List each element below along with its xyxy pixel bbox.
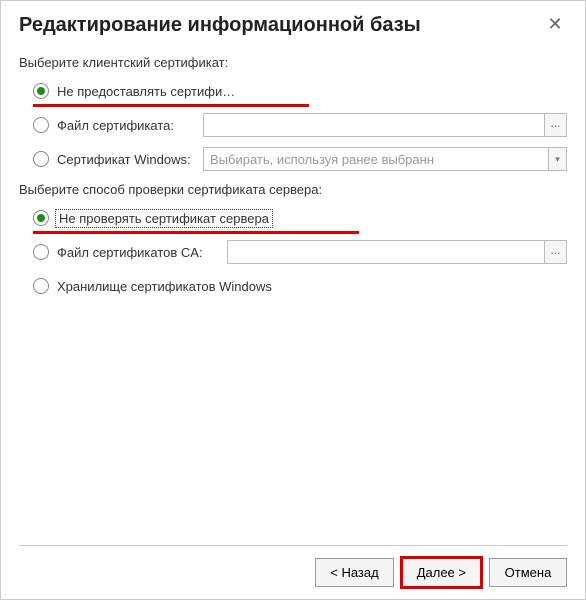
dialog-title: Редактирование информационной базы (19, 14, 421, 37)
radio-row-ca-file[interactable]: Файл сертификатов CA: ... (19, 239, 567, 265)
dropdown-value: Выбирать, используя ранее выбранн (210, 152, 434, 167)
radio-label: Не предоставлять сертифи… (57, 84, 235, 99)
radio-label: Файл сертификата: (57, 118, 197, 133)
cancel-button[interactable]: Отмена (489, 558, 567, 587)
radio-row-no-server-check[interactable]: Не проверять сертификат сервера (19, 205, 567, 231)
ca-file-input[interactable] (227, 240, 545, 264)
radio-label-focused: Не проверять сертификат сервера (57, 211, 271, 226)
browse-button[interactable]: ... (545, 113, 567, 137)
footer-separator (19, 545, 567, 546)
server-cert-section-label: Выберите способ проверки сертификата сер… (19, 182, 567, 197)
dialog-edit-infobase: Редактирование информационной базы ✕ Выб… (0, 0, 586, 600)
radio-icon[interactable] (33, 151, 49, 167)
radio-icon[interactable] (33, 244, 49, 260)
dialog-header: Редактирование информационной базы ✕ (19, 13, 567, 37)
dialog-footer: < Назад Далее > Отмена (19, 558, 567, 587)
client-cert-section-label: Выберите клиентский сертификат: (19, 55, 567, 70)
close-icon[interactable]: ✕ (543, 13, 567, 37)
next-button[interactable]: Далее > (402, 558, 481, 587)
cert-file-input[interactable] (203, 113, 545, 137)
dialog-content: Выберите клиентский сертификат: Не предо… (19, 51, 567, 541)
radio-row-no-client-cert[interactable]: Не предоставлять сертифи… (19, 78, 567, 104)
radio-icon[interactable] (33, 278, 49, 294)
radio-row-windows-cert-store[interactable]: Хранилище сертификатов Windows (19, 273, 567, 299)
back-button[interactable]: < Назад (315, 558, 393, 587)
radio-row-cert-file[interactable]: Файл сертификата: ... (19, 112, 567, 138)
cert-windows-dropdown[interactable]: Выбирать, используя ранее выбранн (203, 147, 549, 171)
radio-label: Файл сертификатов CA: (57, 245, 221, 260)
radio-label: Хранилище сертификатов Windows (57, 279, 272, 294)
radio-icon[interactable] (33, 117, 49, 133)
radio-label: Не проверять сертификат сервера (59, 211, 269, 226)
radio-label: Сертификат Windows: (57, 152, 197, 167)
ca-file-input-group: ... (227, 240, 567, 264)
radio-row-cert-windows[interactable]: Сертификат Windows: Выбирать, используя … (19, 146, 567, 172)
radio-icon[interactable] (33, 83, 49, 99)
radio-icon[interactable] (33, 210, 49, 226)
browse-button[interactable]: ... (545, 240, 567, 264)
chevron-down-icon[interactable]: ▾ (549, 147, 567, 171)
cert-file-input-group: ... (203, 113, 567, 137)
